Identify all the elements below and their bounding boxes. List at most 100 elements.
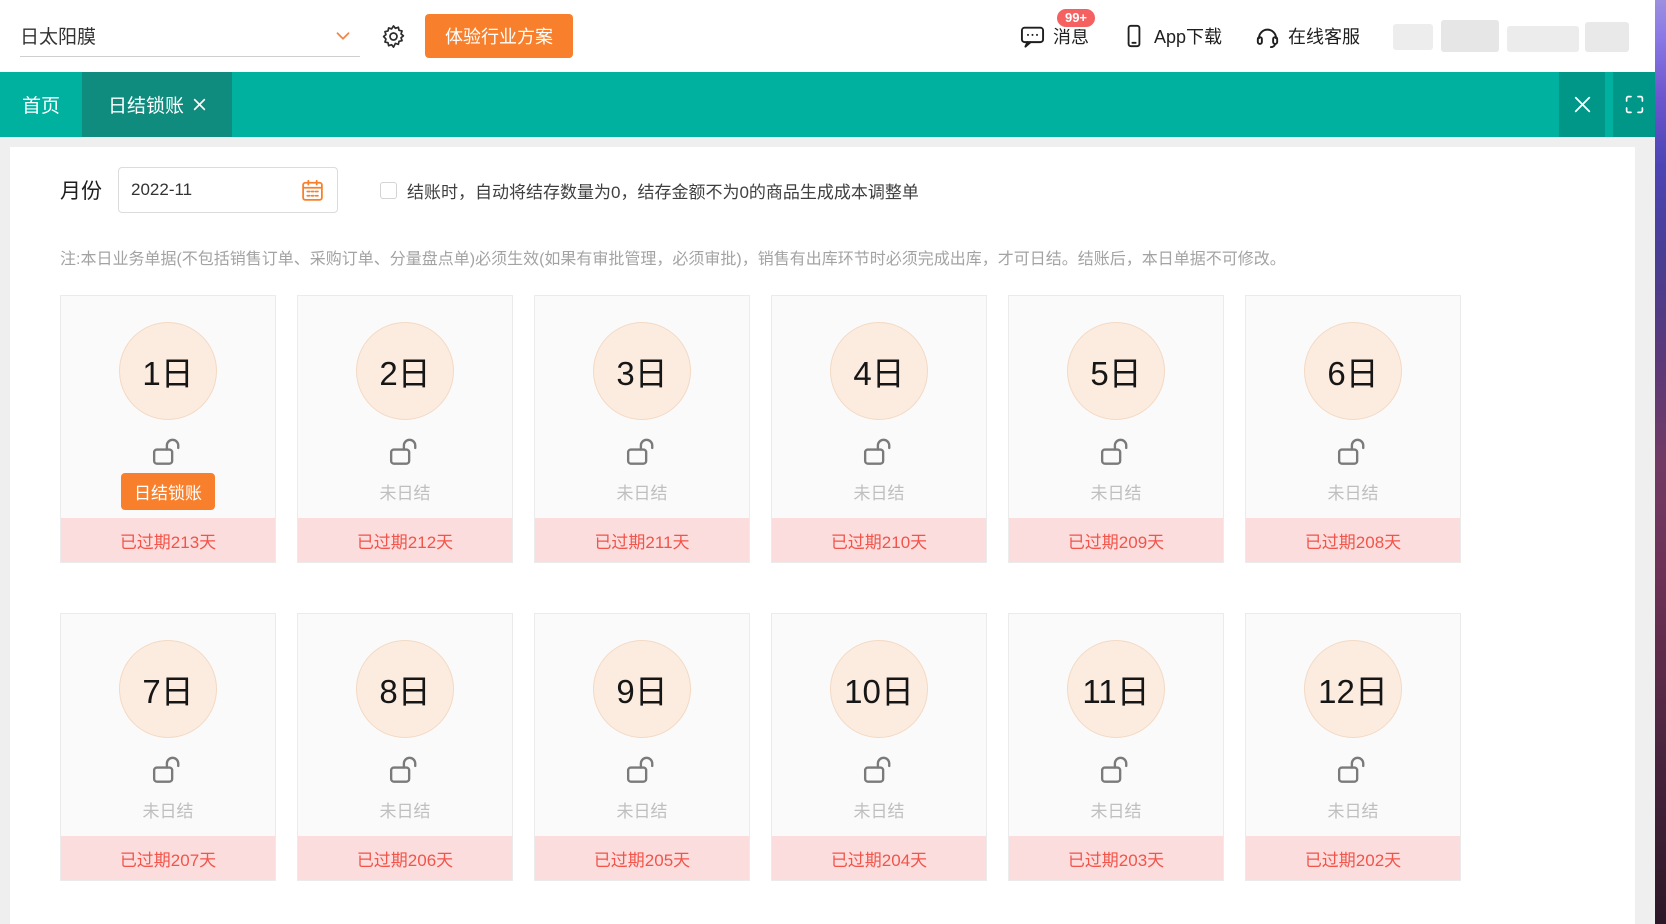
day-number: 10日	[844, 665, 914, 713]
headset-icon	[1254, 23, 1281, 50]
day-status: 未日结	[380, 792, 431, 826]
expired-banner: 已过期211天	[535, 518, 749, 562]
day-circle: 10日	[830, 640, 928, 738]
message-icon	[1019, 23, 1046, 50]
day-number: 5日	[1090, 347, 1141, 395]
day-card: 9日 未日结 已过期205天	[534, 613, 750, 881]
not-settled-label: 未日结	[380, 479, 431, 504]
month-label: 月份	[60, 175, 102, 205]
unlock-icon	[150, 435, 186, 466]
day-card: 5日 未日结 已过期209天	[1008, 295, 1224, 563]
message-count-badge: 99+	[1055, 7, 1097, 29]
tab-close-icon[interactable]	[193, 98, 206, 111]
settings-gear-icon[interactable]	[380, 23, 407, 50]
tab-daily-lock-label: 日结锁账	[108, 91, 184, 118]
tab-home-label: 首页	[22, 91, 60, 118]
day-number: 1日	[142, 347, 193, 395]
day-card: 11日 未日结 已过期203天	[1008, 613, 1224, 881]
expired-banner: 已过期203天	[1009, 836, 1223, 880]
expired-banner: 已过期208天	[1246, 518, 1460, 562]
day-number: 6日	[1327, 347, 1378, 395]
company-select[interactable]: 日太阳膜	[20, 15, 360, 57]
not-settled-label: 未日结	[617, 479, 668, 504]
day-circle: 7日	[119, 640, 217, 738]
day-circle: 2日	[356, 322, 454, 420]
redacted-logo	[1379, 2, 1641, 64]
day-grid: 1日 日结锁账 已过期213天 2日 未日结 已过期212天 3日 未日结 已过…	[60, 295, 1635, 881]
day-number: 11日	[1082, 665, 1149, 713]
unlock-icon	[1098, 753, 1134, 784]
day-status: 未日结	[617, 792, 668, 826]
unlock-icon	[624, 753, 660, 784]
unlock-icon	[1335, 435, 1371, 466]
note-text: 注:本日业务单据(不包括销售订单、采购订单、分量盘点单)必须生效(如果有审批管理…	[60, 245, 1635, 269]
day-status: 未日结	[854, 792, 905, 826]
phone-icon	[1121, 23, 1147, 49]
expired-banner: 已过期204天	[772, 836, 986, 880]
unlock-icon	[387, 753, 423, 784]
tabbar-actions	[1559, 72, 1655, 137]
expired-banner: 已过期209天	[1009, 518, 1223, 562]
close-icon	[1572, 94, 1593, 115]
day-number: 2日	[379, 347, 430, 395]
chevron-down-icon	[332, 25, 354, 47]
company-name: 日太阳膜	[20, 22, 96, 49]
day-status: 未日结	[380, 474, 431, 508]
settlement-checkbox-label: 结账时，自动将结存数量为0，结存金额不为0的商品生成成本调整单	[407, 178, 919, 203]
day-circle: 4日	[830, 322, 928, 420]
not-settled-label: 未日结	[143, 797, 194, 822]
top-bar: 日太阳膜 体验行业方案 消息 99+	[0, 0, 1655, 72]
not-settled-label: 未日结	[380, 797, 431, 822]
day-card: 8日 未日结 已过期206天	[297, 613, 513, 881]
not-settled-label: 未日结	[617, 797, 668, 822]
day-card: 12日 未日结 已过期202天	[1245, 613, 1461, 881]
tab-daily-lock[interactable]: 日结锁账	[82, 72, 232, 137]
day-circle: 12日	[1304, 640, 1402, 738]
day-circle: 3日	[593, 322, 691, 420]
day-number: 3日	[616, 347, 667, 395]
online-service-label: 在线客服	[1288, 23, 1360, 49]
expired-banner: 已过期205天	[535, 836, 749, 880]
unlock-icon	[861, 435, 897, 466]
day-circle: 6日	[1304, 322, 1402, 420]
app-download-item[interactable]: App下载	[1121, 23, 1222, 49]
day-number: 9日	[616, 665, 667, 713]
settlement-checkbox-row[interactable]: 结账时，自动将结存数量为0，结存金额不为0的商品生成成本调整单	[380, 178, 919, 203]
day-card: 6日 未日结 已过期208天	[1245, 295, 1461, 563]
online-service-item[interactable]: 在线客服	[1254, 23, 1360, 50]
desktop-edge-strip	[1655, 0, 1666, 924]
settlement-checkbox[interactable]	[380, 182, 397, 199]
expired-banner: 已过期210天	[772, 518, 986, 562]
month-input[interactable]: 2022-11	[118, 167, 338, 213]
expired-banner: 已过期212天	[298, 518, 512, 562]
daily-lock-button[interactable]: 日结锁账	[121, 473, 215, 510]
experience-solution-button[interactable]: 体验行业方案	[425, 14, 573, 58]
expired-banner: 已过期213天	[61, 518, 275, 562]
close-tabs-button[interactable]	[1559, 72, 1605, 137]
day-circle: 5日	[1067, 322, 1165, 420]
fullscreen-button[interactable]	[1613, 72, 1655, 137]
day-number: 7日	[142, 665, 193, 713]
tab-bar: 首页 日结锁账	[0, 72, 1655, 137]
unlock-icon	[1335, 753, 1371, 784]
not-settled-label: 未日结	[854, 479, 905, 504]
unlock-icon	[624, 435, 660, 466]
day-card: 1日 日结锁账 已过期213天	[60, 295, 276, 563]
content-area: 月份 2022-11 结账时，自动将结存数量为0，结存金额不为0的商品生成成本调…	[0, 137, 1655, 924]
day-status: 未日结	[143, 792, 194, 826]
fullscreen-icon	[1624, 94, 1645, 115]
day-status: 未日结	[1091, 792, 1142, 826]
tab-home[interactable]: 首页	[0, 72, 82, 137]
day-card: 4日 未日结 已过期210天	[771, 295, 987, 563]
day-number: 4日	[853, 347, 904, 395]
expired-banner: 已过期202天	[1246, 836, 1460, 880]
day-circle: 9日	[593, 640, 691, 738]
month-value: 2022-11	[131, 180, 192, 200]
unlock-icon	[150, 753, 186, 784]
calendar-icon[interactable]	[300, 178, 325, 203]
messages-item[interactable]: 消息 99+	[1019, 23, 1089, 50]
day-card: 10日 未日结 已过期204天	[771, 613, 987, 881]
day-circle: 11日	[1067, 640, 1165, 738]
day-number: 8日	[379, 665, 430, 713]
unlock-icon	[387, 435, 423, 466]
